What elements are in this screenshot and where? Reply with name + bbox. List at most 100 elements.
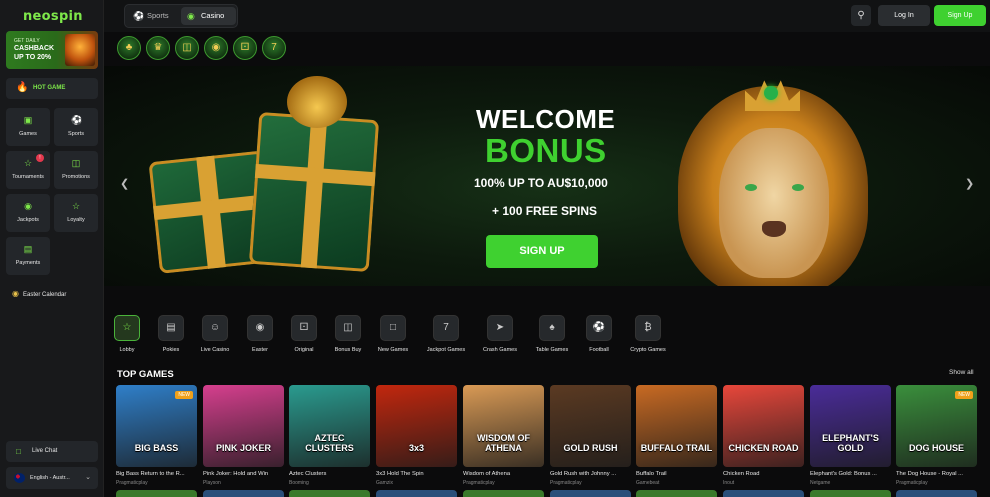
slot-machine-icon: ▤: [158, 315, 184, 341]
sidebar-item-promotions[interactable]: ◫ Promotions: [54, 151, 98, 189]
banner-signup-button[interactable]: SIGN UP: [486, 235, 598, 268]
easter-calendar-link[interactable]: ◉ Easter Calendar: [12, 289, 66, 298]
category-new-games[interactable]: □ New Games: [378, 315, 408, 355]
game-name[interactable]: Wisdom of Athena: [463, 471, 545, 477]
easter-egg-icon: ◉: [247, 315, 273, 341]
game-card-next-row[interactable]: [723, 490, 804, 497]
game-card-next-row[interactable]: [116, 490, 197, 497]
category-original[interactable]: ⚀ Original: [290, 315, 318, 355]
quick-link-icon[interactable]: ♛: [146, 36, 170, 60]
login-button[interactable]: Log In: [878, 5, 930, 26]
game-name[interactable]: Aztec Clusters: [289, 471, 371, 477]
carousel-prev-icon[interactable]: ❮: [120, 177, 129, 190]
lion-eye-illustration: [745, 184, 757, 191]
hot-game-button[interactable]: 🔥 HOT GAME: [6, 78, 98, 99]
banner-offer-text: 100% UP TO AU$10,000: [474, 176, 608, 190]
game-name[interactable]: Pink Joker: Hold and Win: [203, 471, 285, 477]
game-art-title: DOG HOUSE: [908, 443, 964, 453]
game-card[interactable]: DOG HOUSE NEW: [896, 385, 977, 467]
game-card[interactable]: BIG BASS NEW: [116, 385, 197, 467]
category-football[interactable]: ⚽ Football: [585, 315, 613, 355]
game-art-title: WISDOM OF ATHENA: [477, 433, 530, 453]
sidebar-item-label: Sports: [68, 131, 84, 137]
dice-icon: ⚀: [240, 42, 250, 53]
tab-casino[interactable]: ◉ Casino: [181, 7, 236, 25]
sidebar-item-loyalty[interactable]: ☆ Loyalty: [54, 194, 98, 232]
quick-link-icon[interactable]: ◉: [204, 36, 228, 60]
category-easter[interactable]: ◉ Easter: [246, 315, 274, 355]
game-provider: Pragmaticplay: [896, 480, 928, 486]
category-crypto-games[interactable]: ₿ Crypto Games: [630, 315, 666, 355]
game-name[interactable]: Chicken Road: [723, 471, 805, 477]
game-art-title: BUFFALO TRAIL: [640, 443, 713, 453]
game-name[interactable]: Buffalo Trail: [636, 471, 718, 477]
game-provider: Gamzix: [376, 480, 393, 486]
game-card-next-row[interactable]: [203, 490, 284, 497]
chat-bubble-icon: □: [16, 447, 21, 456]
game-card-next-row[interactable]: [376, 490, 457, 497]
quick-link-icon[interactable]: ♣: [117, 36, 141, 60]
cashback-promo-banner[interactable]: GET DAILY CASHBACK UP TO 20%: [6, 31, 98, 69]
category-pokies[interactable]: ▤ Pokies: [157, 315, 185, 355]
game-art-title: PINK JOKER: [215, 443, 271, 453]
new-badge: NEW: [955, 391, 973, 399]
game-name[interactable]: Big Bass Return to the R...: [116, 471, 198, 477]
quick-link-icon[interactable]: 7: [262, 36, 286, 60]
game-name[interactable]: Elephant's Gold: Bonus ...: [810, 471, 892, 477]
game-card-next-row[interactable]: [636, 490, 717, 497]
sidebar-item-label: Loyalty: [67, 217, 85, 223]
game-name[interactable]: The Dog House - Royal ...: [896, 471, 978, 477]
welcome-banner[interactable]: ❮ ❯ WELCOME BONUS 100% UP TO AU$10,000 +…: [104, 66, 990, 286]
sidebar-item-games[interactable]: ▣ Games: [6, 108, 50, 146]
game-card-next-row[interactable]: [550, 490, 631, 497]
search-button[interactable]: ⚲: [851, 5, 871, 26]
carousel-next-icon[interactable]: ❯: [965, 177, 974, 190]
star-icon: ☆: [71, 201, 81, 211]
show-all-link[interactable]: Show all: [949, 369, 974, 376]
brand-logo[interactable]: neospin: [23, 9, 83, 24]
category-lobby[interactable]: ☆ Lobby: [113, 315, 141, 355]
category-table-games[interactable]: ♠ Table Games: [536, 315, 568, 355]
chevron-down-icon: ⌄: [85, 474, 91, 481]
cards-icon: ♠: [539, 315, 565, 341]
quick-link-icon[interactable]: ◫: [175, 36, 199, 60]
language-label: English - Austr...: [30, 475, 70, 481]
sidebar-item-payments[interactable]: ▤ Payments: [6, 237, 50, 275]
gift-box-illustration: [248, 111, 380, 273]
language-selector[interactable]: English - Austr... ⌄: [6, 467, 98, 489]
game-card-next-row[interactable]: [896, 490, 977, 497]
game-card[interactable]: 3x3: [376, 385, 457, 467]
game-provider: Netgame: [810, 480, 831, 486]
rocket-icon: ➤: [487, 315, 513, 341]
game-card[interactable]: BUFFALO TRAIL: [636, 385, 717, 467]
game-card[interactable]: PINK JOKER: [203, 385, 284, 467]
game-card-next-row[interactable]: [810, 490, 891, 497]
game-name[interactable]: 3x3 Hold The Spin: [376, 471, 458, 477]
gift-box-icon: ◫: [335, 315, 361, 341]
soccer-ball-icon: ⚽: [71, 115, 83, 125]
game-card[interactable]: ELEPHANT'S GOLD: [810, 385, 891, 467]
game-card[interactable]: CHICKEN ROAD: [723, 385, 804, 467]
game-card-next-row[interactable]: [289, 490, 370, 497]
game-card[interactable]: WISDOM OF ATHENA: [463, 385, 544, 467]
category-jackpot-games[interactable]: 7 Jackpot Games: [427, 315, 465, 355]
sidebar-item-sports[interactable]: ⚽ Sports: [54, 108, 98, 146]
game-name[interactable]: Gold Rush with Johnny ...: [550, 471, 632, 477]
quick-link-icon[interactable]: ⚀: [233, 36, 257, 60]
sidebar-item-jackpots[interactable]: ◉ Jackpots: [6, 194, 50, 232]
signup-button[interactable]: Sign Up: [934, 5, 986, 26]
clover-icon: ♣: [125, 42, 133, 53]
game-card[interactable]: AZTEC CLUSTERS: [289, 385, 370, 467]
category-crash-games[interactable]: ➤ Crash Games: [483, 315, 517, 355]
tab-sports[interactable]: ⚽ Sports: [127, 7, 179, 25]
category-bonus-buy[interactable]: ◫ Bonus Buy: [334, 315, 362, 355]
category-live-casino[interactable]: ☺ Live Casino: [201, 315, 229, 355]
sidebar-item-tournaments[interactable]: ☆ ! Tournaments: [6, 151, 50, 189]
live-chat-label: Live Chat: [32, 448, 58, 454]
live-chat-button[interactable]: □ Live Chat: [6, 441, 98, 462]
category-label: Lobby: [119, 347, 135, 353]
game-art-title: 3x3: [408, 443, 425, 453]
game-provider: Playson: [203, 480, 221, 486]
game-card[interactable]: GOLD RUSH: [550, 385, 631, 467]
game-card-next-row[interactable]: [463, 490, 544, 497]
